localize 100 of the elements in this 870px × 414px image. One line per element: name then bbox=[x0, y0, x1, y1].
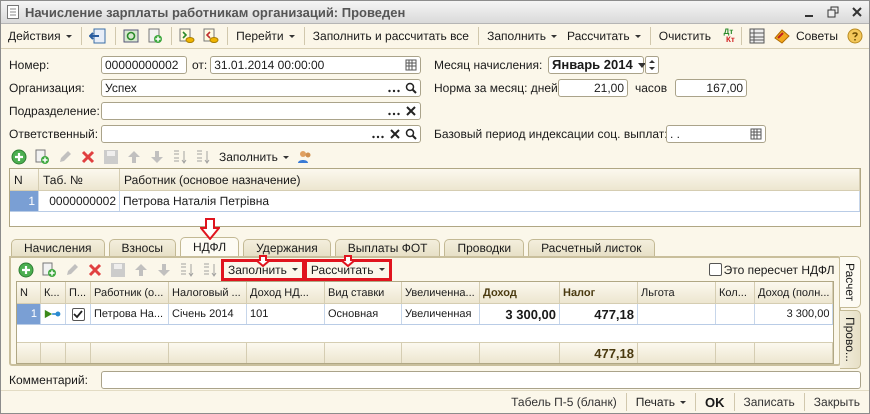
row-number: 1 bbox=[17, 304, 41, 324]
column-header[interactable]: Работник (основое назначение) bbox=[120, 169, 860, 190]
column-header[interactable]: Доход (полн... bbox=[755, 282, 834, 303]
table-cell: Петрова На... bbox=[91, 304, 169, 324]
field-label: часов bbox=[635, 80, 668, 94]
document-icon bbox=[7, 5, 19, 19]
hours-field[interactable]: 167,00 bbox=[675, 78, 748, 96]
column-header[interactable]: Вид ставки bbox=[325, 282, 402, 303]
tab[interactable]: Проводки bbox=[444, 239, 524, 256]
responsible-field[interactable] bbox=[101, 124, 421, 142]
tab[interactable]: Расчетный листок bbox=[528, 239, 655, 256]
spinner-icon[interactable] bbox=[645, 56, 659, 74]
table-cell: Основная bbox=[325, 304, 402, 324]
clear-button[interactable]: Очистить bbox=[656, 28, 714, 44]
department-field[interactable] bbox=[101, 102, 421, 120]
column-header[interactable]: Льгота bbox=[638, 282, 716, 303]
column-header[interactable]: N bbox=[17, 282, 41, 303]
coins-document-icon[interactable] bbox=[178, 28, 195, 44]
column-header[interactable]: Налоговый ... bbox=[169, 282, 247, 303]
list-icon[interactable] bbox=[748, 28, 765, 44]
table-cell: Петрова Наталія Петрівна bbox=[120, 191, 860, 211]
fill-calculate-all-button[interactable]: Заполнить и рассчитать все bbox=[310, 28, 472, 44]
table-cell: 0000000002 bbox=[39, 191, 120, 211]
clear-icon[interactable] bbox=[405, 104, 417, 116]
arrow-icon bbox=[254, 254, 271, 266]
column-header[interactable]: Работник (о... bbox=[91, 282, 169, 303]
column-header[interactable]: К... bbox=[41, 282, 66, 303]
clear-icon[interactable] bbox=[389, 128, 401, 140]
footer-button[interactable]: Табель П-5 (бланк) bbox=[508, 395, 620, 409]
column-header[interactable]: N bbox=[10, 169, 39, 190]
field-label: Подразделение: bbox=[9, 104, 101, 118]
tab[interactable]: Удержания bbox=[243, 239, 331, 256]
fill-menu[interactable]: Заполнить bbox=[216, 149, 292, 165]
search-icon[interactable] bbox=[405, 82, 417, 94]
field-label: от: bbox=[192, 58, 208, 72]
field-label: Комментарий: bbox=[9, 373, 89, 387]
tab[interactable]: Начисления bbox=[11, 239, 105, 256]
fill-menu[interactable]: Заполнить bbox=[223, 260, 303, 278]
month-field[interactable]: Январь 2014 bbox=[548, 56, 644, 74]
side-tab[interactable]: Расчет bbox=[840, 256, 861, 308]
footer-button[interactable]: OK bbox=[702, 394, 728, 410]
table-cell: 3 300,00 bbox=[755, 304, 834, 324]
restore-icon[interactable] bbox=[827, 6, 839, 18]
fill-menu[interactable]: Заполнить bbox=[484, 28, 560, 44]
tab[interactable]: НДФЛ bbox=[180, 237, 240, 256]
table-cell: 101 bbox=[247, 304, 325, 324]
organization-field[interactable]: Успех bbox=[101, 78, 421, 96]
close-icon[interactable] bbox=[851, 6, 863, 18]
document-arrow-icon[interactable] bbox=[88, 28, 107, 44]
days-field[interactable]: 21,00 bbox=[558, 78, 628, 96]
calculate-menu[interactable]: Рассчитать bbox=[306, 260, 390, 278]
coins-document-icon[interactable] bbox=[202, 28, 219, 44]
tips-button[interactable]: Советы bbox=[770, 27, 841, 45]
table-cell: 3 300,00 bbox=[480, 304, 560, 324]
add-icon[interactable] bbox=[11, 149, 27, 165]
column-header[interactable]: Кол... bbox=[716, 282, 755, 303]
base-period-field[interactable]: . . bbox=[666, 124, 766, 142]
column-header[interactable]: П... bbox=[66, 282, 91, 303]
calculate-menu[interactable]: Рассчитать bbox=[564, 28, 644, 44]
number-field[interactable]: 00000000002 bbox=[101, 56, 187, 74]
copy-add-icon[interactable] bbox=[41, 262, 57, 278]
movement-icon bbox=[44, 308, 62, 320]
goto-menu[interactable]: Перейти bbox=[233, 28, 298, 44]
arrow-icon bbox=[340, 254, 356, 266]
field-label: Базовый период индексации соц. выплат: bbox=[434, 126, 666, 140]
dt-kt-button[interactable]: Дт Кт bbox=[722, 28, 735, 44]
field-label: Ответственный: bbox=[9, 126, 100, 140]
add-icon[interactable] bbox=[18, 262, 34, 278]
people-icon[interactable] bbox=[296, 149, 313, 165]
actions-menu[interactable]: Действия bbox=[5, 28, 75, 44]
delete-icon[interactable] bbox=[87, 262, 103, 278]
table-cell: Січень 2014 bbox=[169, 304, 247, 324]
column-header[interactable]: Налог bbox=[560, 282, 638, 303]
tab[interactable]: Выплаты ФОТ bbox=[334, 239, 440, 256]
total-cell: 477,18 bbox=[560, 343, 638, 363]
document-add-icon[interactable] bbox=[146, 28, 163, 44]
help-icon[interactable] bbox=[846, 28, 863, 44]
column-header[interactable]: Увеличенна... bbox=[402, 282, 480, 303]
field-label: Месяц начисления: bbox=[434, 58, 544, 72]
calendar-icon[interactable] bbox=[750, 128, 762, 140]
comment-field[interactable] bbox=[101, 371, 861, 389]
recalc-checkbox[interactable]: Это пересчет НДФЛ bbox=[708, 262, 834, 276]
column-header[interactable]: Доход bbox=[480, 282, 560, 303]
side-tab[interactable]: Прово... bbox=[840, 310, 861, 370]
window-title: Начисление зарплаты работникам организаций: Проведен bbox=[25, 4, 406, 20]
field-label: Организация: bbox=[9, 80, 86, 94]
date-field[interactable]: 31.01.2014 00:00:00 bbox=[210, 56, 421, 74]
row-checkbox[interactable] bbox=[72, 308, 84, 320]
tab[interactable]: Взносы bbox=[108, 239, 176, 256]
column-header[interactable]: Доход НД... bbox=[247, 282, 325, 303]
field-label: Норма за месяц: дней bbox=[434, 80, 558, 94]
footer-button[interactable]: Записать bbox=[740, 395, 798, 409]
print-menu[interactable]: Печать bbox=[632, 395, 689, 409]
row-number: 1 bbox=[10, 191, 39, 211]
column-header[interactable]: Таб. № bbox=[39, 169, 120, 190]
footer-button[interactable]: Закрыть bbox=[810, 395, 863, 409]
search-icon[interactable] bbox=[405, 128, 417, 140]
copy-add-icon[interactable] bbox=[34, 149, 50, 165]
calendar-icon[interactable] bbox=[405, 58, 417, 70]
delete-icon[interactable] bbox=[80, 149, 96, 165]
